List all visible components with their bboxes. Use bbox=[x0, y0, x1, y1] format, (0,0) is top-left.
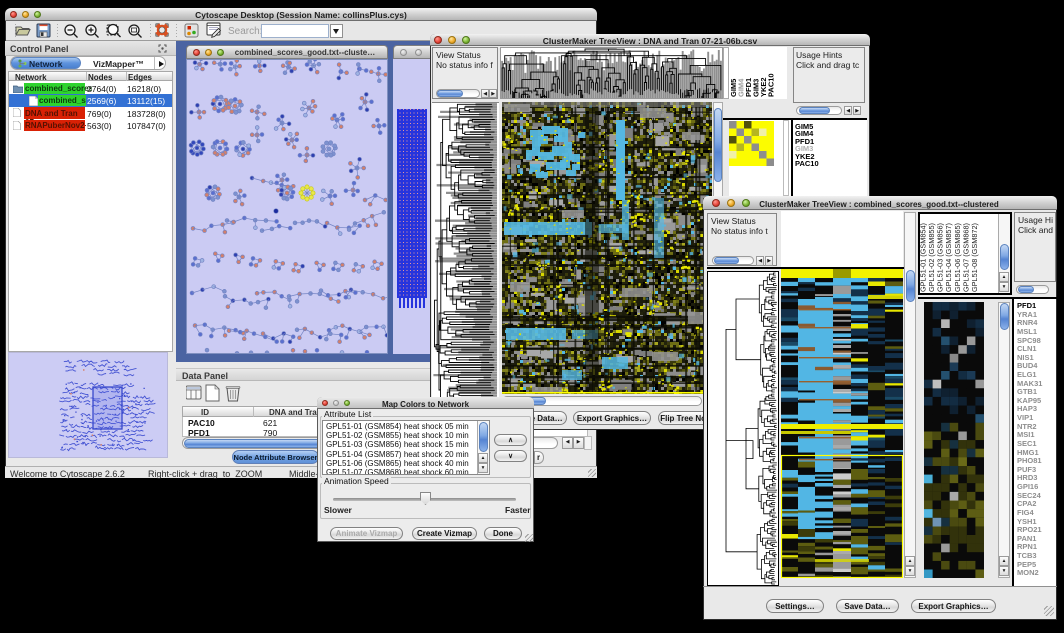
svg-text:PAC10: PAC10 bbox=[767, 73, 776, 97]
svg-text:GPL51-08 (GSM872): GPL51-08 (GSM872) bbox=[970, 223, 979, 292]
